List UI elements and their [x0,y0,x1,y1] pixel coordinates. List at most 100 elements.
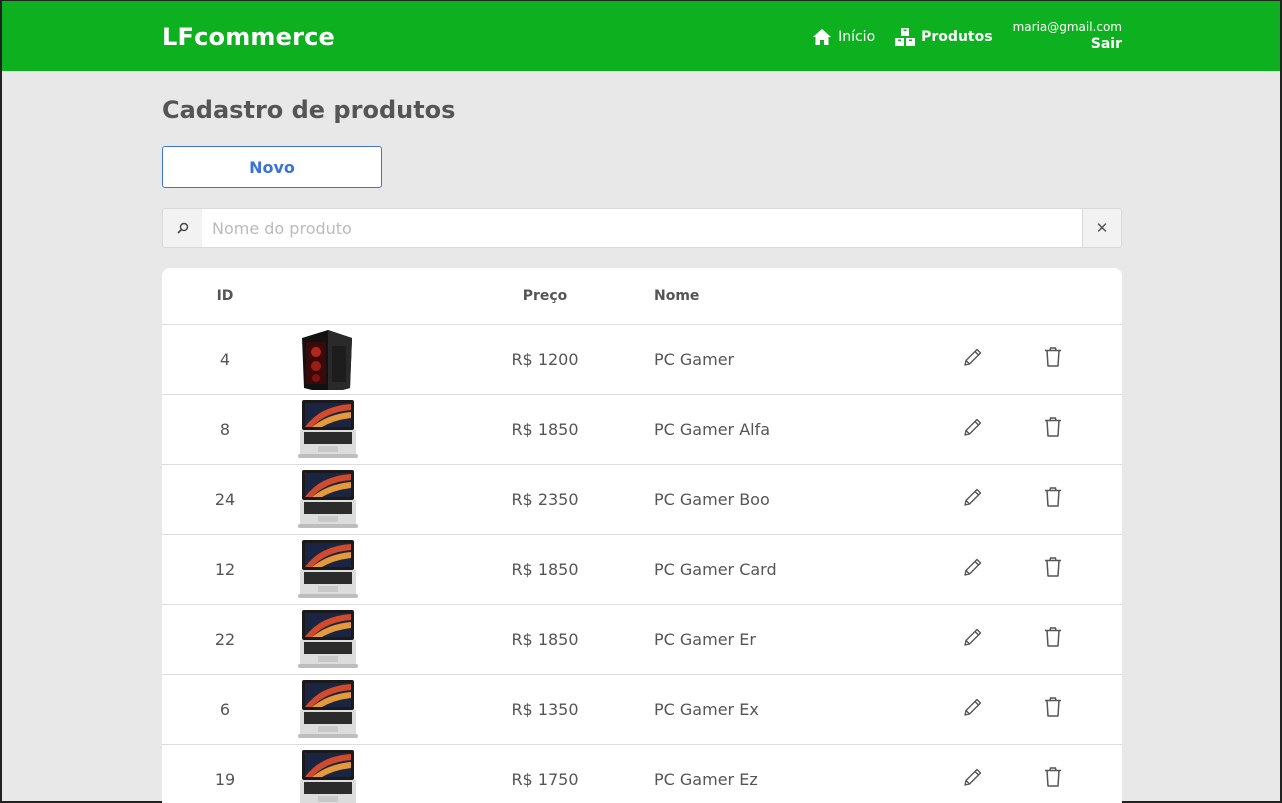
pencil-icon [964,558,982,576]
product-id: 12 [162,534,288,605]
product-id: 19 [162,744,288,803]
delete-cell [1012,534,1122,605]
product-id: 24 [162,464,288,535]
product-price: R$ 1200 [488,324,602,395]
product-price: R$ 2350 [488,464,602,535]
product-price: R$ 1850 [488,534,602,605]
delete-button[interactable] [1043,696,1063,718]
trash-icon [1045,487,1061,507]
table-header-row: ID Preço Nome [162,268,1122,325]
product-thumbnail-cell [288,464,488,535]
product-price: R$ 1350 [488,674,602,745]
product-thumbnail-cell [288,394,488,465]
product-price: R$ 1850 [488,394,602,465]
product-thumbnail-cell [288,744,488,803]
delete-cell [1012,674,1122,745]
edit-button[interactable] [962,486,984,508]
delete-button[interactable] [1043,556,1063,578]
trash-icon [1045,627,1061,647]
pencil-icon [964,768,982,786]
edit-cell [934,464,1012,535]
edit-cell [934,394,1012,465]
table-row[interactable]: 19 R$ 1750 PC Gamer Ez [162,744,1122,803]
edit-button[interactable] [962,696,984,718]
laptop-image [298,470,358,528]
edit-button[interactable] [962,416,984,438]
trash-icon [1045,767,1061,787]
edit-button[interactable] [962,626,984,648]
product-thumbnail-cell [288,534,488,605]
edit-button[interactable] [962,766,984,788]
clear-search-button[interactable]: ✕ [1082,209,1121,247]
product-name: PC Gamer Boo [602,464,934,535]
column-header-price: Preço [488,268,602,325]
search-input[interactable] [202,209,1082,247]
table-row[interactable]: 8 R$ 1850 PC Gamer Alfa [162,394,1122,465]
table-row[interactable]: 6 R$ 1350 PC Gamer Ex [162,674,1122,745]
delete-cell [1012,744,1122,803]
new-product-button[interactable]: Novo [162,146,382,188]
products-table-body: 4 R$ 1200 PC Gamer 8 R$ 1850 PC Gamer Al… [162,324,1122,803]
table-row[interactable]: 22 R$ 1850 PC Gamer Er [162,604,1122,675]
search-bar: ✕ [162,208,1122,248]
table-row[interactable]: 24 R$ 2350 PC Gamer Boo [162,464,1122,535]
column-header-image [288,268,488,325]
laptop-image [298,680,358,738]
delete-cell [1012,464,1122,535]
user-email: maria@gmail.com [1012,19,1122,34]
main-nav: Início Produtos maria@gmail.com Sair [812,1,1122,72]
main-content: Cadastro de produtos Novo ✕ ID Preço Nom… [162,71,1122,803]
product-thumbnail-cell [288,324,488,395]
trash-icon [1045,417,1061,437]
product-id: 4 [162,324,288,395]
table-row[interactable]: 12 R$ 1850 PC Gamer Card [162,534,1122,605]
product-id: 22 [162,604,288,675]
product-price: R$ 1750 [488,744,602,803]
boxes-icon [895,27,916,46]
nav-item-inicio[interactable]: Início [812,28,875,46]
product-thumbnail-cell [288,604,488,675]
nav-label-produtos: Produtos [921,28,993,45]
edit-cell [934,324,1012,395]
home-icon [813,28,832,45]
table-row[interactable]: 4 R$ 1200 PC Gamer [162,324,1122,395]
logout-link[interactable]: Sair [1091,35,1122,53]
products-table-card: ID Preço Nome 4 R$ 1200 PC Gamer 8 R$ 18… [162,268,1122,803]
product-name: PC Gamer Card [602,534,934,605]
delete-button[interactable] [1043,346,1063,368]
user-box: maria@gmail.com Sair [1013,20,1122,54]
delete-button[interactable] [1043,766,1063,788]
column-header-name: Nome [602,268,934,325]
product-name: PC Gamer Er [602,604,934,675]
top-navbar: LFcommerce Início Produtos maria@gmail.c… [2,0,1280,71]
edit-cell [934,534,1012,605]
nav-label-inicio: Início [838,28,876,45]
product-thumbnail-cell [288,674,488,745]
product-name: PC Gamer Ez [602,744,934,803]
delete-cell [1012,394,1122,465]
nav-item-produtos[interactable]: Produtos [895,27,993,47]
column-header-delete [1012,268,1122,325]
delete-button[interactable] [1043,486,1063,508]
delete-button[interactable] [1043,416,1063,438]
delete-cell [1012,604,1122,675]
column-header-id: ID [162,268,288,325]
products-table: ID Preço Nome 4 R$ 1200 PC Gamer 8 R$ 18… [162,268,1122,803]
product-name: PC Gamer Ex [602,674,934,745]
pencil-icon [964,418,982,436]
column-header-edit [934,268,1012,325]
delete-button[interactable] [1043,626,1063,648]
delete-cell [1012,324,1122,395]
trash-icon [1045,697,1061,717]
trash-icon [1045,557,1061,577]
product-id: 8 [162,394,288,465]
pencil-icon [964,488,982,506]
pencil-icon [964,628,982,646]
brand-logo[interactable]: LFcommerce [162,23,335,51]
product-name: PC Gamer [602,324,934,395]
edit-button[interactable] [962,346,984,368]
edit-button[interactable] [962,556,984,578]
search-addon [163,209,202,247]
product-name: PC Gamer Alfa [602,394,934,465]
laptop-image [298,610,358,668]
